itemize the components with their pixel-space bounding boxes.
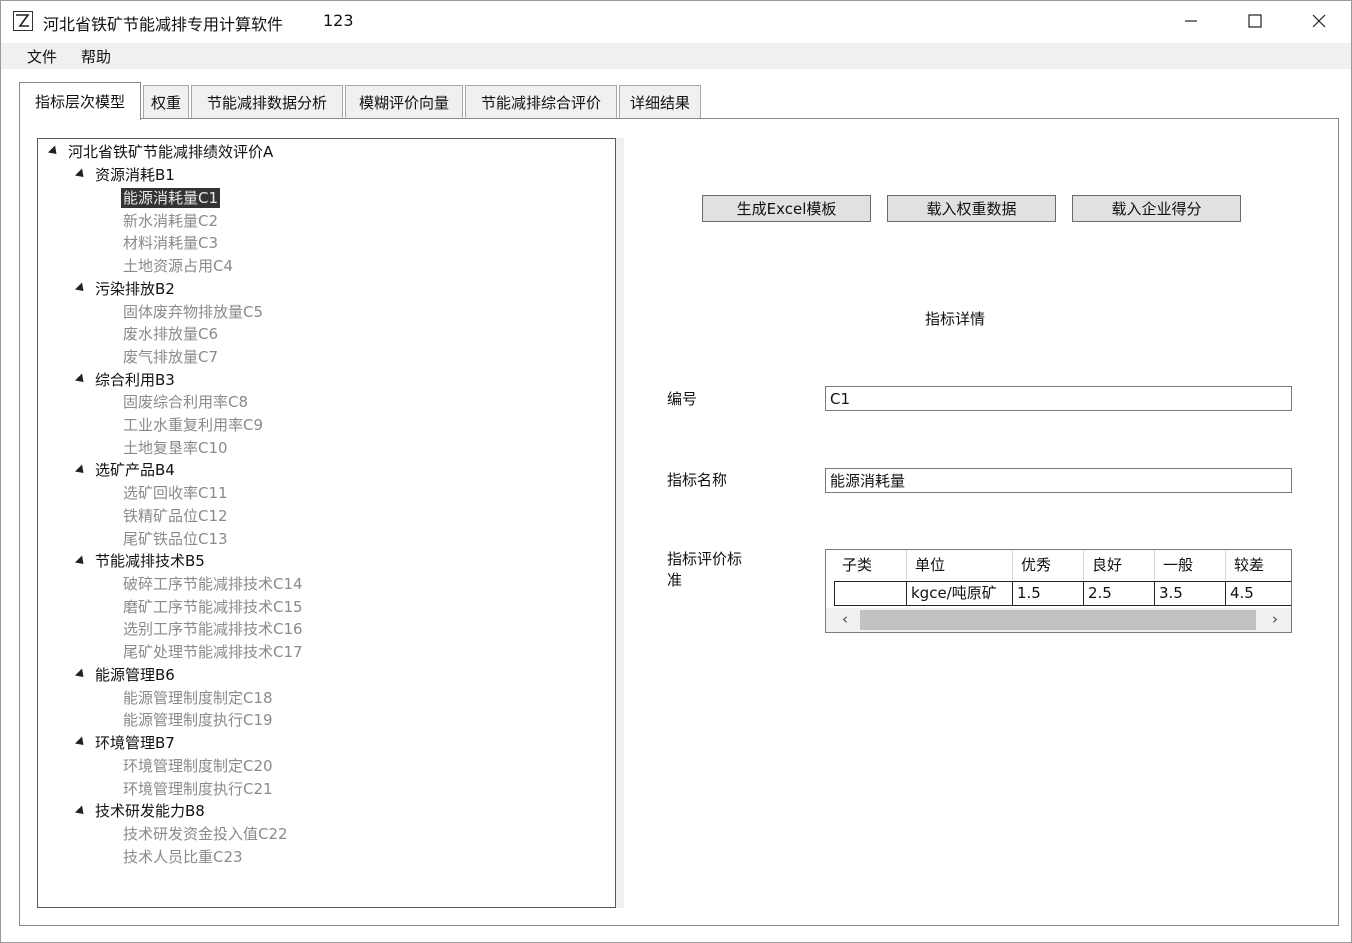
tree-root[interactable]: 河北省铁矿节能减排绩效评价A [68, 142, 273, 162]
tree-group[interactable]: 综合利用B3 [95, 370, 175, 390]
title-bar[interactable]: 河北省铁矿节能减排专用计算软件 123 [1, 1, 1351, 41]
load-scores-button[interactable]: 载入企业得分 [1072, 195, 1241, 222]
tree-item[interactable]: 工业水重复利用率C9 [123, 415, 263, 435]
code-label: 编号 [667, 390, 698, 408]
grid-cell[interactable] [834, 581, 907, 606]
menu-help[interactable]: 帮助 [81, 46, 111, 67]
menu-bar: 文件 帮助 [1, 43, 1351, 69]
tree-item[interactable]: 固体废弃物排放量C5 [123, 302, 263, 322]
load-weights-button[interactable]: 载入权重数据 [887, 195, 1056, 222]
tree-group[interactable]: 环境管理B7 [95, 733, 175, 753]
minimize-icon [1185, 20, 1197, 22]
scroll-left-icon[interactable]: ‹ [842, 610, 848, 628]
panel-splitter[interactable] [616, 138, 624, 908]
expand-toggle-icon[interactable] [74, 464, 88, 477]
window-title: 河北省铁矿节能减排专用计算软件 [43, 15, 284, 34]
tree-group[interactable]: 选矿产品B4 [95, 460, 175, 480]
tree-item[interactable]: 土地复垦率C10 [123, 438, 228, 458]
expand-toggle-icon[interactable] [47, 145, 61, 158]
expand-toggle-icon[interactable] [74, 805, 88, 818]
grid-cell[interactable]: kgce/吨原矿 [907, 581, 1013, 606]
expand-toggle-icon[interactable] [74, 555, 88, 568]
tree-item[interactable]: 选矿回收率C11 [123, 483, 228, 503]
minimize-button[interactable] [1159, 1, 1223, 41]
scrollbar-thumb[interactable] [860, 610, 1256, 630]
tree-item[interactable]: 选别工序节能减排技术C16 [123, 619, 303, 639]
criteria-grid[interactable]: 子类 单位 优秀 良好 一般 较差 kgce/吨原矿 1.5 2.5 3.5 4… [825, 549, 1292, 633]
tree-item[interactable]: 环境管理制度执行C21 [123, 779, 273, 799]
grid-header-cell[interactable]: 一般 [1155, 550, 1226, 580]
tree-group[interactable]: 资源消耗B1 [95, 165, 175, 185]
maximize-button[interactable] [1223, 1, 1287, 41]
horizontal-scrollbar[interactable]: ‹ › [826, 608, 1291, 632]
grid-header-cell[interactable]: 优秀 [1013, 550, 1084, 580]
tab-comprehensive-eval[interactable]: 节能减排综合评价 [465, 85, 617, 118]
tree-item-selected[interactable]: 能源消耗量C1 [121, 188, 221, 208]
expand-toggle-icon[interactable] [74, 668, 88, 681]
tree-group[interactable]: 污染排放B2 [95, 279, 175, 299]
grid-header-cell[interactable]: 单位 [907, 550, 1013, 580]
window-title-extra: 123 [323, 11, 354, 30]
close-icon [1312, 14, 1326, 28]
expand-toggle-icon[interactable] [74, 168, 88, 181]
maximize-icon [1248, 14, 1262, 28]
grid-header-cell[interactable]: 子类 [834, 550, 907, 580]
criteria-label: 指标评价标 [667, 550, 743, 568]
grid-header-cell[interactable]: 较差 [1226, 550, 1291, 580]
tree-item[interactable]: 技术研发资金投入值C22 [123, 824, 288, 844]
criteria-label-cont: 准 [667, 571, 683, 589]
scroll-right-icon[interactable]: › [1272, 610, 1278, 628]
code-input[interactable] [825, 386, 1292, 411]
grid-cell[interactable]: 4.5 [1226, 581, 1291, 606]
grid-header-cell[interactable]: 良好 [1084, 550, 1155, 580]
expand-toggle-icon[interactable] [74, 736, 88, 749]
app-logo-icon [13, 11, 33, 31]
tree-group[interactable]: 节能减排技术B5 [95, 551, 205, 571]
table-row[interactable]: kgce/吨原矿 1.5 2.5 3.5 4.5 [834, 581, 1291, 606]
tab-data-analysis[interactable]: 节能减排数据分析 [191, 85, 343, 118]
details-title: 指标详情 [925, 310, 986, 328]
app-window: 河北省铁矿节能减排专用计算软件 123 文件 帮助 指标层次模型 权重 节能减排… [0, 0, 1352, 943]
menu-file[interactable]: 文件 [27, 46, 57, 67]
grid-cell[interactable]: 2.5 [1084, 581, 1155, 606]
tab-detailed-results[interactable]: 详细结果 [619, 85, 701, 118]
tree-item[interactable]: 破碎工序节能减排技术C14 [123, 574, 303, 594]
indicator-tree[interactable]: 河北省铁矿节能减排绩效评价A 资源消耗B1 能源消耗量C1 新水消耗量C2 材料… [37, 138, 616, 908]
tab-hierarchy-model[interactable]: 指标层次模型 [19, 82, 141, 120]
close-button[interactable] [1287, 1, 1351, 41]
tree-item[interactable]: 磨矿工序节能减排技术C15 [123, 597, 303, 617]
name-input[interactable] [825, 468, 1292, 493]
tree-item[interactable]: 土地资源占用C4 [123, 256, 233, 276]
tree-item[interactable]: 能源管理制度制定C18 [123, 688, 273, 708]
tree-item[interactable]: 废气排放量C7 [123, 347, 218, 367]
tree-group[interactable]: 能源管理B6 [95, 665, 175, 685]
tab-weights[interactable]: 权重 [143, 85, 189, 118]
tab-fuzzy-vector[interactable]: 模糊评价向量 [345, 85, 463, 118]
grid-cell[interactable]: 3.5 [1155, 581, 1226, 606]
name-label: 指标名称 [667, 471, 728, 489]
tree-item[interactable]: 能源管理制度执行C19 [123, 710, 273, 730]
tree-item[interactable]: 环境管理制度制定C20 [123, 756, 273, 776]
tree-item[interactable]: 铁精矿品位C12 [123, 506, 228, 526]
tree-item[interactable]: 尾矿铁品位C13 [123, 529, 228, 549]
tree-item[interactable]: 材料消耗量C3 [123, 233, 218, 253]
tree-item[interactable]: 技术人员比重C23 [123, 847, 243, 867]
tree-item[interactable]: 废水排放量C6 [123, 324, 218, 344]
expand-toggle-icon[interactable] [74, 282, 88, 295]
grid-header: 子类 单位 优秀 良好 一般 较差 [834, 550, 1291, 580]
grid-cell[interactable]: 1.5 [1013, 581, 1084, 606]
generate-excel-button[interactable]: 生成Excel模板 [702, 195, 871, 222]
tree-item[interactable]: 尾矿处理节能减排技术C17 [123, 642, 303, 662]
tree-group[interactable]: 技术研发能力B8 [95, 801, 205, 821]
tree-item[interactable]: 新水消耗量C2 [123, 211, 218, 231]
expand-toggle-icon[interactable] [74, 373, 88, 386]
tree-item[interactable]: 固废综合利用率C8 [123, 392, 248, 412]
